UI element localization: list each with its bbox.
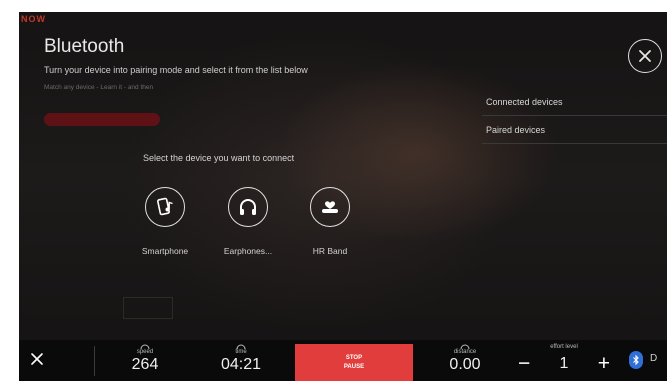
close-icon [31,353,43,365]
workout-control-bar: speed 264 time 04:21 STOP PAUSE distance… [19,340,667,381]
page-title: Bluetooth [44,36,125,57]
stop-label: STOP [345,354,363,361]
faded-red-button [44,113,160,126]
effort-value: 1 [559,355,569,372]
device-options: Smartphone Earphones... HR Band [129,187,369,277]
effort-label: effort level [550,344,578,350]
distance-metric: distance 0.00 [439,343,491,374]
effort-increase-button[interactable]: + [598,353,610,374]
speed-value: 264 [131,356,159,373]
heart-rate-band-icon [322,201,338,213]
bar-divider [94,346,95,376]
smartphone-button[interactable] [145,187,185,227]
close-icon [639,50,651,62]
paired-devices-item[interactable]: Paired devices [482,116,667,144]
page-hint: Match any device - Learn it - and then [44,84,154,91]
device-hr-band[interactable]: HR Band [294,187,366,256]
page-subtitle: Turn your device into pairing mode and s… [44,65,308,75]
bluetooth-screen: NOW Bluetooth Turn your device into pair… [19,12,667,381]
distance-label: distance [453,349,477,355]
close-button[interactable] [628,39,662,73]
earphones-label: Earphones... [223,246,273,256]
device-lists-panel: Connected devices Paired devices [482,88,667,144]
time-metric: time 04:21 [216,343,266,374]
device-earphones[interactable]: Earphones... [212,187,284,256]
time-label: time [235,349,247,355]
speed-label: speed [136,349,154,355]
earphones-button[interactable] [228,187,268,227]
stop-pause-button[interactable]: STOP PAUSE [295,344,413,381]
brand-logo: NOW [21,14,46,24]
device-prompt: Select the device you want to connect [143,153,295,163]
bluetooth-button[interactable] [629,351,643,369]
smartphone-music-icon [157,197,173,216]
connected-devices-item[interactable]: Connected devices [482,88,667,116]
pause-label: PAUSE [343,363,365,370]
device-smartphone[interactable]: Smartphone [129,187,201,256]
distance-value: 0.00 [449,356,481,373]
exit-workout-button[interactable] [27,349,47,369]
effort-decrease-button[interactable]: − [518,353,530,374]
headphones-icon [240,199,256,215]
hr-band-button[interactable] [310,187,350,227]
hr-band-label: HR Band [312,246,348,256]
bluetooth-icon [633,354,639,366]
background-frame [123,297,173,319]
time-value: 04:21 [220,356,262,373]
smartphone-label: Smartphone [141,246,189,256]
speed-metric: speed 264 [123,343,167,374]
effort-level-control: effort level − 1 + [514,343,614,377]
truncated-bar-label: D [650,353,658,364]
